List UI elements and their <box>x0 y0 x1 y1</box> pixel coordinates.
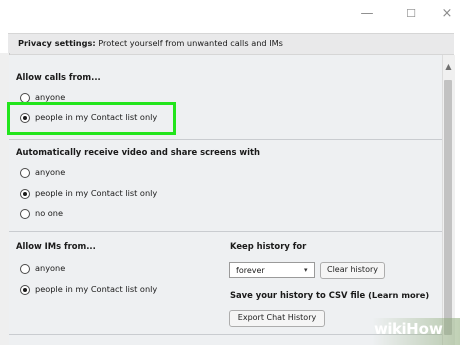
clear-history-button[interactable]: Clear history <box>320 262 385 279</box>
ims-contacts-label[interactable]: people in my Contact list only <box>35 284 157 295</box>
scroll-up-arrow-icon[interactable]: ▲ <box>444 62 453 71</box>
video-contacts-label[interactable]: people in my Contact list only <box>35 188 157 199</box>
settings-header: Privacy settings: Protect yourself from … <box>8 33 454 55</box>
video-anyone-label[interactable]: anyone <box>35 167 65 178</box>
window-titlebar: — ☐ × <box>0 0 460 28</box>
section-divider <box>9 139 442 140</box>
video-noone-label[interactable]: no one <box>35 208 63 219</box>
video-contacts-radio[interactable] <box>20 189 30 199</box>
chevron-down-icon: ▾ <box>304 266 308 274</box>
video-anyone-radio[interactable] <box>20 168 30 178</box>
learn-more-link[interactable]: (Learn more) <box>368 290 429 300</box>
maximize-button[interactable]: ☐ <box>396 5 426 23</box>
export-chat-history-button[interactable]: Export Chat History <box>229 310 325 327</box>
video-noone-radio[interactable] <box>20 209 30 219</box>
ims-section-title: Allow IMs from... <box>16 241 96 251</box>
minimize-button[interactable]: — <box>352 5 382 23</box>
header-description: Protect yourself from unwanted calls and… <box>95 38 283 48</box>
watermark-how: How <box>406 320 443 338</box>
scrollbar-thumb[interactable] <box>444 80 452 335</box>
close-button[interactable]: × <box>432 5 460 23</box>
ims-contacts-radio[interactable] <box>20 285 30 295</box>
video-section-title: Automatically receive video and share sc… <box>16 147 260 157</box>
wikihow-watermark: wikiHow <box>374 319 460 345</box>
history-section-title: Keep history for <box>230 241 307 251</box>
history-duration-select[interactable]: forever ▾ <box>229 262 315 278</box>
privacy-settings-pane <box>9 55 442 345</box>
highlight-box <box>7 102 176 135</box>
csv-section-title: Save your history to CSV file (Learn mor… <box>230 290 429 301</box>
ims-anyone-radio[interactable] <box>20 264 30 274</box>
ims-anyone-label[interactable]: anyone <box>35 263 65 274</box>
section-divider <box>9 231 442 232</box>
settings-header-text: Privacy settings: Protect yourself from … <box>18 36 283 50</box>
header-bold-label: Privacy settings: <box>18 38 96 48</box>
watermark-wiki: wiki <box>374 320 407 338</box>
csv-title-text: Save your history to CSV file <box>230 290 366 300</box>
calls-section-title: Allow calls from... <box>16 72 101 82</box>
history-duration-value: forever <box>236 266 265 275</box>
